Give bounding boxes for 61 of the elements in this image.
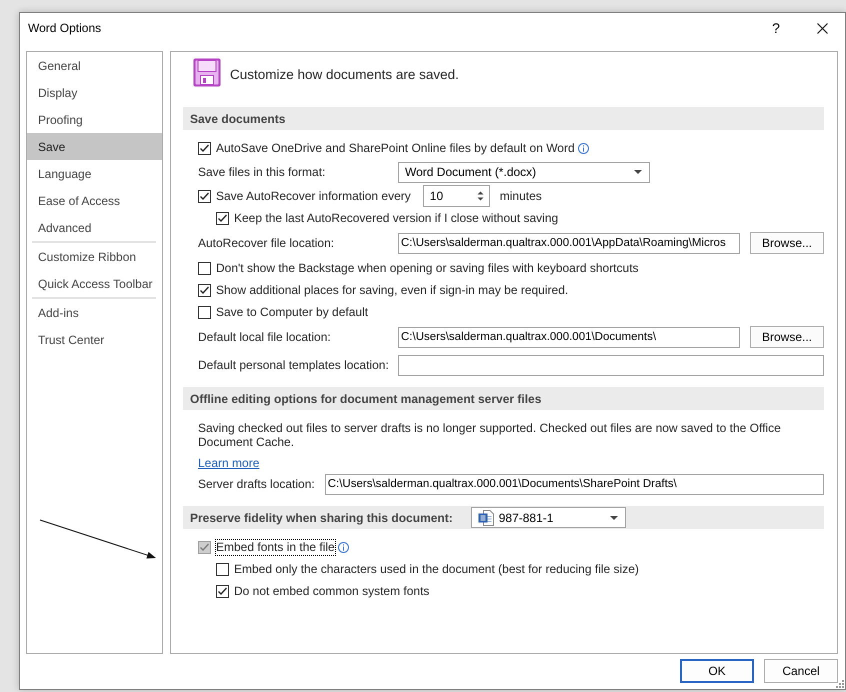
checkbox-label[interactable]: Show additional places for saving, even if sign-in may be required. <box>216 282 568 298</box>
sidebar-item[interactable]: Save <box>27 133 162 160</box>
sidebar-item[interactable]: Proofing <box>27 106 162 133</box>
field-label: Server drafts location: <box>198 476 315 493</box>
section-title: Preserve fidelity when sharing this document: <box>190 510 453 526</box>
field-label: Default local file location: <box>198 329 332 346</box>
sidebar-item[interactable]: Trust Center <box>27 326 162 353</box>
window-title: Word Options <box>28 20 102 37</box>
checkbox-label[interactable]: Keep the last AutoRecovered version if I close without saving <box>234 210 558 226</box>
unit-label: minutes <box>500 188 542 205</box>
section-title: Offline editing options for document management server files <box>190 390 542 408</box>
path-field[interactable]: C:\Users\salderman.qualtrax.000.001\Documents\SharePoint Drafts\ <box>324 474 824 494</box>
minutes-spinbox[interactable]: 10 <box>422 185 490 207</box>
sidebar-item[interactable]: General <box>27 52 162 79</box>
caret-icon <box>610 516 618 520</box>
document-dropdown[interactable]: 987-881-1 <box>470 507 626 528</box>
format-dropdown[interactable]: Word Document (*.docx) <box>398 162 650 182</box>
checkbox-label[interactable]: Embed fonts in the file <box>216 540 335 554</box>
field-label: Save files in this format: <box>198 164 326 181</box>
notice-text: Saving checked out files to server drafts is no longer supported. Checked out files are now saved to the Office Document Cache. <box>198 420 782 449</box>
section-title: Save documents <box>190 110 286 128</box>
checkbox-label[interactable]: Save AutoRecover information every <box>216 188 411 204</box>
field-label: Default personal templates location: <box>198 357 390 374</box>
caret-icon <box>634 170 642 174</box>
path-field[interactable] <box>398 354 824 376</box>
checkbox-label[interactable]: AutoSave OneDrive and SharePoint Online files by default on Word <box>216 140 575 156</box>
spin-arrows-icon <box>476 190 484 202</box>
checkbox-label[interactable]: Save to Computer by default <box>216 304 368 320</box>
checkbox[interactable] <box>198 540 211 554</box>
browse-button[interactable]: Browse... <box>750 326 824 348</box>
path-field[interactable]: C:\Users\salderman.qualtrax.000.001\Documents\ <box>398 326 740 348</box>
page-heading: Customize how documents are saved. <box>230 66 459 84</box>
help-button[interactable]: ? <box>753 13 799 43</box>
dialog-button[interactable]: Cancel <box>764 659 838 683</box>
close-icon <box>816 22 828 34</box>
sidebar-item[interactable]: Ease of Access <box>27 187 162 214</box>
checkbox[interactable] <box>198 306 211 318</box>
learn-more-link[interactable]: Learn more <box>198 456 260 470</box>
checkbox[interactable] <box>198 142 211 154</box>
document-icon <box>478 510 494 526</box>
checkbox[interactable] <box>198 262 211 274</box>
floppy-disk-icon <box>193 58 221 87</box>
checkbox[interactable] <box>198 284 211 296</box>
sidebar-item[interactable]: Display <box>27 79 162 106</box>
sidebar-item[interactable]: Advanced <box>27 214 162 241</box>
sidebar-item[interactable]: Add-ins <box>27 299 162 326</box>
checkbox[interactable] <box>216 584 229 598</box>
path-field[interactable]: C:\Users\salderman.qualtrax.000.001\AppData\Roaming\Micros <box>398 232 740 254</box>
sidebar-item[interactable]: Language <box>27 160 162 187</box>
browse-button[interactable]: Browse... <box>750 232 824 254</box>
field-label: AutoRecover file location: <box>198 235 336 252</box>
checkbox-label[interactable]: Don't show the Backstage when opening or saving files with keyboard shortcuts <box>216 260 639 276</box>
dialog-button[interactable]: OK <box>680 659 754 683</box>
checkbox-label[interactable]: Embed only the characters used in the document (best for reducing file size) <box>234 562 639 576</box>
checkbox-label[interactable]: Do not embed common system fonts <box>234 584 430 598</box>
checkbox[interactable] <box>198 190 211 202</box>
checkbox[interactable] <box>216 562 229 576</box>
checkbox[interactable] <box>216 212 229 224</box>
sidebar-item[interactable]: Customize Ribbon <box>27 243 162 270</box>
sidebar-item[interactable]: Quick Access Toolbar <box>27 270 162 297</box>
resize-grip-icon[interactable] <box>836 680 844 688</box>
